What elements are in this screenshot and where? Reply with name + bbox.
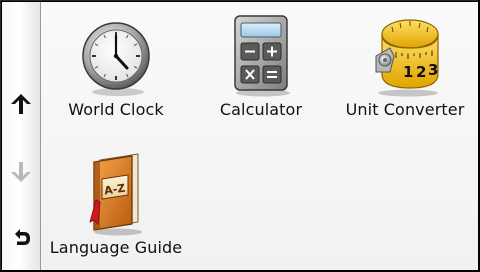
back-arrow-icon <box>15 229 30 245</box>
calculator-label: Calculator <box>219 100 303 119</box>
calculator-tile[interactable]: Calculator <box>211 12 311 119</box>
arrow-down-icon <box>11 162 31 182</box>
calculator-icon <box>234 15 290 97</box>
world-clock-tile[interactable]: World Clock <box>66 12 166 119</box>
language-guide-label: Language Guide <box>49 238 183 257</box>
unit-converter-label: Unit Converter <box>345 100 465 119</box>
sidebar <box>2 2 41 270</box>
scroll-up-button[interactable] <box>2 79 40 129</box>
tape-digit-2: 2 <box>416 63 426 81</box>
tape-digit-3: 3 <box>428 61 438 79</box>
back-button[interactable] <box>2 212 40 262</box>
language-guide-tile[interactable]: A-Z Language Guide <box>49 150 183 257</box>
scroll-down-button[interactable] <box>2 147 40 197</box>
unit-converter-tile[interactable]: 1 2 3 Unit Converter <box>346 12 464 119</box>
book-icon: A-Z <box>89 153 142 236</box>
world-clock-label: World Clock <box>68 100 164 119</box>
tape-digit-1: 1 <box>403 63 413 81</box>
app-grid: World Clock Calculator 1 2 3 Unit Conver… <box>41 2 478 270</box>
clock-icon <box>82 22 150 96</box>
arrow-up-icon <box>11 94 31 114</box>
tape-measure-icon: 1 2 3 <box>375 19 439 97</box>
